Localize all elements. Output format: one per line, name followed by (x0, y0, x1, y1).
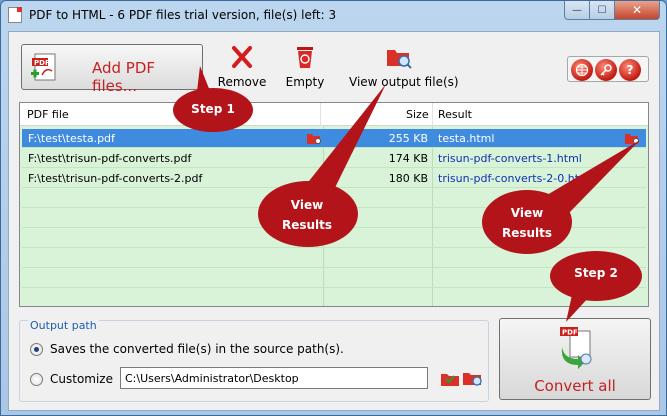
row-result[interactable]: trisun-pdf-converts-2-0.html (438, 172, 593, 185)
output-path-group: Output path Saves the converted file(s) … (19, 319, 489, 402)
open-folder-icon[interactable] (306, 131, 322, 145)
view-output-files-label: View output file(s) (349, 75, 459, 89)
add-pdf-files-button[interactable]: PDF Add PDF files... (21, 44, 203, 95)
convert-all-label: Convert all (534, 377, 616, 395)
column-header-pdf-file[interactable]: PDF file (27, 108, 69, 121)
step1-label: Step 1 (191, 102, 235, 116)
source-path-label[interactable]: Saves the converted file(s) in the sourc… (50, 342, 344, 356)
header-separator (432, 103, 433, 126)
open-folder-icon[interactable] (624, 131, 640, 145)
empty-button[interactable]: Empty (285, 44, 325, 89)
table-row (22, 289, 646, 306)
remove-label: Remove (217, 75, 267, 89)
custom-path-input[interactable] (120, 367, 428, 389)
minimize-icon: — (572, 4, 582, 16)
globe-icon[interactable] (571, 59, 593, 81)
view-output-files-button[interactable]: View output file(s) (349, 44, 459, 89)
column-header-result[interactable]: Result (438, 108, 472, 121)
table-row[interactable]: F:\test\trisun-pdf-converts.pdf 174 KB t… (22, 149, 646, 168)
open-output-folder-icon[interactable] (462, 368, 484, 388)
row-size: 174 KB (388, 152, 428, 165)
title-bar[interactable]: PDF to HTML - 6 PDF files trial version,… (1, 1, 666, 31)
row-file: F:\test\testa.pdf (28, 132, 115, 145)
help-glyph: ? (626, 63, 634, 77)
close-button[interactable]: ✕ (615, 1, 660, 20)
customize-label[interactable]: Customize (50, 372, 113, 386)
app-icon (8, 7, 22, 23)
output-path-title: Output path (28, 319, 99, 332)
view-results-left-line1: View (290, 198, 324, 212)
row-file: F:\test\trisun-pdf-converts-2.pdf (28, 172, 203, 185)
table-row[interactable]: F:\test\trisun-pdf-converts-2.pdf 180 KB… (22, 169, 646, 188)
window-title: PDF to HTML - 6 PDF files trial version,… (29, 8, 337, 22)
table-row[interactable]: F:\test\testa.pdf 255 KB testa.html (22, 129, 646, 148)
close-icon: ✕ (631, 3, 643, 17)
customize-radio[interactable] (30, 373, 43, 386)
row-file: F:\test\trisun-pdf-converts.pdf (28, 152, 192, 165)
remove-icon (232, 46, 252, 68)
source-path-radio[interactable] (30, 343, 43, 356)
help-icon[interactable]: ? (619, 59, 641, 81)
view-results-left-line2: Results (281, 218, 333, 232)
remove-button[interactable]: Remove (217, 44, 267, 89)
step2-label: Step 2 (574, 266, 618, 280)
folder-search-icon (387, 50, 412, 69)
list-header: PDF file Size Result (20, 103, 648, 126)
view-results-right-line2: Results (501, 226, 553, 240)
key-icon[interactable] (595, 59, 617, 81)
convert-pdf-icon: PDF (560, 327, 592, 369)
empty-label: Empty (285, 75, 325, 89)
add-pdf-files-label: Add PDF files... (92, 59, 156, 95)
row-result[interactable]: trisun-pdf-converts-1.html (438, 152, 582, 165)
add-pdf-icon: PDF (31, 53, 56, 81)
minimize-button[interactable]: — (564, 1, 590, 20)
maximize-button[interactable]: ☐ (590, 1, 615, 20)
header-separator (320, 103, 321, 126)
recycle-bin-icon (297, 47, 313, 68)
svg-text:PDF: PDF (562, 329, 578, 337)
row-size: 180 KB (388, 172, 428, 185)
row-result[interactable]: testa.html (438, 132, 494, 145)
right-toolbar: ? (567, 56, 649, 82)
svg-text:PDF: PDF (34, 59, 50, 67)
maximize-icon: ☐ (597, 4, 607, 16)
convert-all-button[interactable]: PDF Convert all (499, 318, 651, 400)
window-controls: — ☐ ✕ (564, 1, 660, 21)
row-size: 255 KB (388, 132, 428, 145)
view-results-right-line1: View (510, 206, 544, 220)
browse-folder-icon[interactable] (440, 369, 460, 387)
column-header-size[interactable]: Size (406, 108, 429, 121)
